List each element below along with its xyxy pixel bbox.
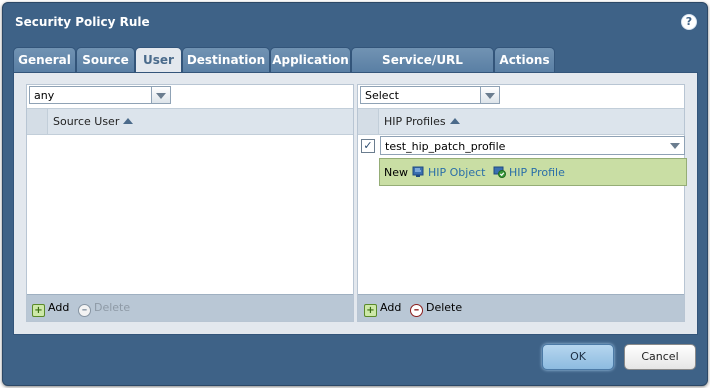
tab-destination[interactable]: Destination xyxy=(182,47,270,72)
table-row: ✓ test_hip_patch_profile xyxy=(358,135,685,157)
source-user-footer: + Add – Delete xyxy=(27,294,353,321)
source-user-panel: any Source User + Add – Delete xyxy=(26,84,354,322)
security-policy-rule-dialog: Security Policy Rule ? General Source Us… xyxy=(2,2,708,386)
add-source-user-button[interactable]: + Add xyxy=(32,301,69,317)
hip-profile-dropdown: New HIP Object HIP Profile xyxy=(379,158,687,186)
tab-general[interactable]: General xyxy=(13,47,76,72)
add-hip-profile-button[interactable]: + Add xyxy=(364,301,401,317)
chevron-down-icon[interactable] xyxy=(151,87,170,103)
select-all-column[interactable] xyxy=(358,109,379,134)
tab-content-user: any Source User + Add – Delete Select HIP … xyxy=(13,72,698,335)
hip-profiles-panel: Select HIP Profiles ✓ test_hip_patch_pro… xyxy=(357,84,687,322)
delete-hip-profile-button[interactable]: – Delete xyxy=(410,301,462,317)
tab-service-url-category[interactable]: Service/URL Category xyxy=(351,47,494,91)
sort-asc-icon xyxy=(449,118,460,124)
hip-object-icon xyxy=(412,166,424,177)
new-hip-profile-link[interactable]: HIP Profile xyxy=(493,166,565,179)
minus-icon: – xyxy=(410,304,423,317)
new-hip-object-link[interactable]: HIP Object xyxy=(412,166,485,179)
minus-icon: – xyxy=(78,304,91,317)
new-label: New xyxy=(384,166,408,179)
plus-icon: + xyxy=(364,304,377,317)
ok-button[interactable]: OK xyxy=(542,344,614,370)
hip-profiles-select-value: Select xyxy=(365,89,399,102)
hip-profiles-column-header: HIP Profiles xyxy=(358,108,684,135)
delete-source-user-button[interactable]: – Delete xyxy=(78,301,130,317)
dialog-title: Security Policy Rule xyxy=(15,15,150,29)
hip-profiles-header-label[interactable]: HIP Profiles xyxy=(384,115,460,128)
hip-profiles-footer: + Add – Delete xyxy=(358,294,684,321)
sort-asc-icon xyxy=(123,118,134,124)
plus-icon: + xyxy=(32,304,45,317)
row-checkbox[interactable]: ✓ xyxy=(361,139,375,153)
help-icon[interactable]: ? xyxy=(681,14,697,30)
tab-source[interactable]: Source xyxy=(76,47,135,72)
hip-profiles-select[interactable]: Select xyxy=(360,86,500,104)
hip-profile-icon xyxy=(493,166,506,178)
cancel-button[interactable]: Cancel xyxy=(624,344,696,370)
source-user-header-label[interactable]: Source User xyxy=(53,115,134,128)
tab-user[interactable]: User xyxy=(135,47,182,74)
hip-profile-combo-input[interactable]: test_hip_patch_profile xyxy=(380,136,685,155)
hip-profile-value: test_hip_patch_profile xyxy=(385,140,506,153)
tab-application[interactable]: Application xyxy=(270,47,351,72)
tab-actions[interactable]: Actions xyxy=(494,47,555,72)
source-user-select-value: any xyxy=(34,89,55,102)
source-user-select[interactable]: any xyxy=(29,86,171,104)
source-user-column-header: Source User xyxy=(27,108,353,135)
chevron-down-icon[interactable] xyxy=(666,137,684,154)
chevron-down-icon[interactable] xyxy=(480,87,499,103)
select-all-column[interactable] xyxy=(27,109,48,134)
